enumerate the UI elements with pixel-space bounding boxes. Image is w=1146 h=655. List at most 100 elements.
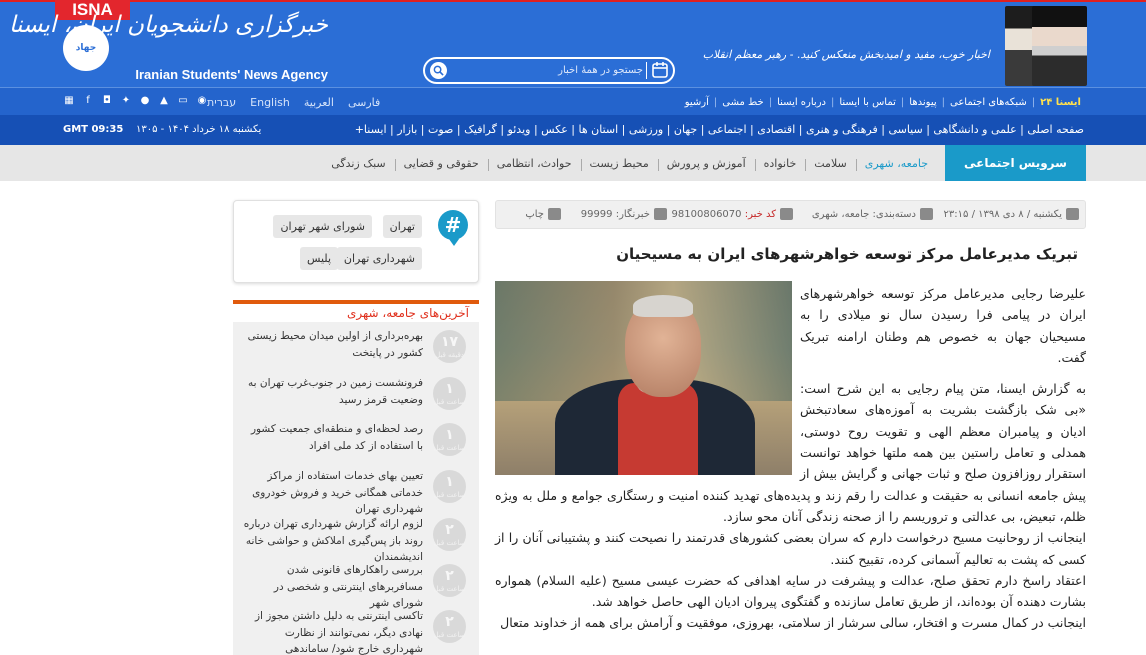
news-headline[interactable]: رصد لحظه‌ای و منطقه‌ای جمعیت کشور با است… — [243, 421, 423, 454]
service-tab-urban[interactable]: جامعه، شهری — [856, 157, 937, 170]
print-label: چاپ — [525, 209, 544, 220]
service-tab-health[interactable]: سلامت — [805, 157, 858, 171]
social-icons: ▦ f ◘ ✦ ● ▲ ▭ ◉ — [63, 95, 215, 107]
meta-category-text[interactable]: دسته‌بندی: جامعه، شهری — [812, 209, 916, 220]
id-card-icon — [780, 208, 793, 220]
article-paragraph: اعتقاد راسخ دارم تحقق صلح، عدالت و پیشرف… — [495, 572, 1086, 610]
nav-link-isna24[interactable]: ایسنا ۲۴ — [1035, 97, 1086, 108]
tag-tehran-municipality[interactable]: شهرداری تهران — [336, 247, 422, 270]
print-button[interactable]: چاپ — [525, 201, 561, 228]
news-headline[interactable]: بررسی راهکارهای قانونی شدن مسافربرهای ای… — [243, 562, 423, 612]
meta-reporter: خبرنگار: 99999 — [581, 201, 667, 228]
news-headline[interactable]: بهره‌برداری از اولین میدان محیط زیستی کش… — [243, 328, 423, 361]
time-badge: ۱ ساعت قبل — [433, 377, 466, 410]
microphone-icon — [654, 208, 667, 220]
top-nav-links: آرشیو | خط مشی | درباره ایسنا | تماس با … — [680, 88, 1086, 116]
article-meta-bar: یکشنبه / ۸ دی ۱۳۹۸ / ۲۳:۱۵ دسته‌بندی: جا… — [495, 200, 1086, 229]
lang-english[interactable]: English — [243, 96, 297, 109]
news-headline[interactable]: تاکسی اینترنتی به دلیل داشتن مجوز از نها… — [243, 608, 423, 655]
service-bar: سرویس اجتماعی جامعه، شهری سلامت خانواده … — [0, 145, 1146, 181]
date-text: یکشنبه ۱۸ خرداد ۱۴۰۴ - ۱۳۰۵ — [136, 124, 262, 135]
nav-link-policy[interactable]: خط مشی — [717, 97, 768, 108]
nav-link-archive[interactable]: آرشیو — [680, 97, 714, 108]
site-header: ISNA جهاد دانشگاهی خبرگزاری دانشجویان ای… — [0, 0, 1146, 99]
service-tab-education[interactable]: آموزش و پرورش — [658, 157, 756, 171]
meta-date: یکشنبه / ۸ دی ۱۳۹۸ / ۲۳:۱۵ — [944, 201, 1079, 228]
service-title[interactable]: سرویس اجتماعی — [945, 145, 1086, 181]
logo-english[interactable]: Iranian Students' News Agency — [116, 67, 328, 82]
service-tab-lifestyle[interactable]: سبک زندگی — [322, 157, 397, 171]
article-body: علیرضا رجایی مدیرعامل مرکز توسعه خواهرشه… — [495, 283, 1086, 634]
nav-separator: | — [1031, 96, 1036, 108]
top-nav-bar: آرشیو | خط مشی | درباره ایسنا | تماس با … — [0, 87, 1146, 115]
time-badge: ۲ ساعت قبل — [433, 518, 466, 551]
tags-box: # تهران شورای شهر تهران شهرداری تهران پل… — [233, 200, 479, 283]
portrait-image-2 — [1032, 6, 1087, 86]
calendar-icon — [1066, 208, 1079, 220]
meta-date-text: یکشنبه / ۸ دی ۱۳۹۸ / ۲۳:۱۵ — [943, 209, 1062, 220]
latest-news-list: ۱۷ دقیقه قبل بهره‌برداری از اولین میدان م… — [233, 322, 479, 655]
article-title: تبریک مدیرعامل مرکز توسعه خواهرشهرهای ای… — [616, 245, 1078, 263]
reporter-value: 99999 — [580, 209, 613, 220]
lang-persian[interactable]: فارسی — [341, 96, 387, 109]
calendar-icon[interactable] — [651, 61, 669, 79]
rss-icon[interactable]: ◉ — [196, 95, 208, 107]
nav-separator: | — [713, 96, 718, 108]
nav-link-links[interactable]: پیوندها — [904, 97, 941, 108]
search-input[interactable] — [453, 61, 643, 80]
gmt-time: GMT 09:35 — [63, 124, 124, 135]
hashtag-icon: # — [438, 210, 468, 246]
nav-separator: | — [830, 96, 835, 108]
date-time-display: یکشنبه ۱۸ خرداد ۱۴۰۴ - ۱۳۰۵ GMT 09:35 — [63, 115, 261, 145]
meta-category: دسته‌بندی: جامعه، شهری — [812, 201, 933, 228]
search-box — [423, 57, 675, 84]
instagram-icon[interactable]: ◘ — [101, 95, 113, 107]
time-badge: ۱ ساعت قبل — [433, 470, 466, 503]
printer-icon — [548, 208, 561, 220]
nav-link-contact[interactable]: تماس با ایسنا — [834, 97, 901, 108]
meta-news-code: کد خبر: 98100806070 — [672, 201, 793, 228]
service-tab-environment[interactable]: محیط زیست — [581, 157, 660, 171]
search-button[interactable] — [430, 62, 447, 79]
apple-icon[interactable]: ● — [139, 95, 151, 107]
news-headline[interactable]: فرونشست زمین در جنوب‌غرب تهران به وضعیت … — [243, 375, 423, 408]
header-top-line — [0, 0, 1146, 2]
service-tab-family[interactable]: خانواده — [755, 157, 806, 171]
tag-police[interactable]: پلیس — [299, 247, 338, 270]
time-badge: ۱۷ دقیقه قبل — [433, 330, 466, 363]
news-code-label: کد خبر: — [744, 209, 776, 220]
lang-arabic[interactable]: العربية — [297, 96, 341, 109]
time-badge: ۲ ساعت قبل — [433, 564, 466, 597]
nav-separator: | — [900, 96, 905, 108]
android-icon[interactable]: ▲ — [158, 95, 170, 107]
tag-tehran-council[interactable]: شورای شهر تهران — [273, 215, 372, 238]
news-code-value: 98100806070 — [671, 209, 742, 220]
folder-icon — [920, 208, 933, 220]
nav-separator: | — [768, 96, 773, 108]
tag-tehran[interactable]: تهران — [382, 215, 422, 238]
time-badge: ۱ ساعت قبل — [433, 423, 466, 456]
language-switcher: עברית English العربية فارسی — [200, 88, 387, 116]
logo-persian[interactable]: خبرگزاری دانشجویان ایران، ایسنا — [9, 12, 328, 62]
desktop-icon[interactable]: ▭ — [177, 95, 189, 107]
service-subnav: جامعه، شهری سلامت خانواده آموزش و پرورش … — [322, 145, 937, 181]
facebook-icon[interactable]: f — [82, 95, 94, 107]
category-nav-bar: صفحه اصلی | علمی و دانشگاهی | سیاسی | فر… — [0, 115, 1146, 145]
apps-icon[interactable]: ▦ — [63, 95, 75, 107]
reporter-label: خبرنگار: — [615, 209, 650, 220]
article-paragraph: اینجانب در کمال مسرت و افتخار، سالی سرشا… — [500, 615, 1086, 631]
leader-slogan: اخبار خوب، مفید و امیدبخش منعکس کنید. - … — [702, 48, 990, 61]
nav-link-about[interactable]: درباره ایسنا — [772, 97, 831, 108]
service-tab-judicial[interactable]: حقوقی و قضایی — [395, 157, 489, 171]
category-links[interactable]: صفحه اصلی | علمی و دانشگاهی | سیاسی | فر… — [355, 115, 1084, 145]
news-headline[interactable]: تعیین بهای خدمات استفاده از مراکز خدماتی… — [243, 468, 423, 518]
twitter-icon[interactable]: ✦ — [120, 95, 132, 107]
article-paragraph: اینجانب از روحانیت مسیح درخواست دارم که … — [495, 530, 1086, 567]
service-tab-incidents[interactable]: حوادث، انتظامی — [488, 157, 582, 171]
latest-news-title[interactable]: آخرین‌های جامعه، شهری — [347, 306, 469, 320]
search-icon — [433, 65, 444, 76]
nav-link-social[interactable]: شبکه‌های اجتماعی — [945, 97, 1032, 108]
news-headline[interactable]: لزوم ارائه گزارش شهرداری تهران درباره رو… — [243, 516, 423, 566]
search-separator — [646, 62, 647, 79]
time-badge: ۲ ساعت قبل — [433, 610, 466, 643]
